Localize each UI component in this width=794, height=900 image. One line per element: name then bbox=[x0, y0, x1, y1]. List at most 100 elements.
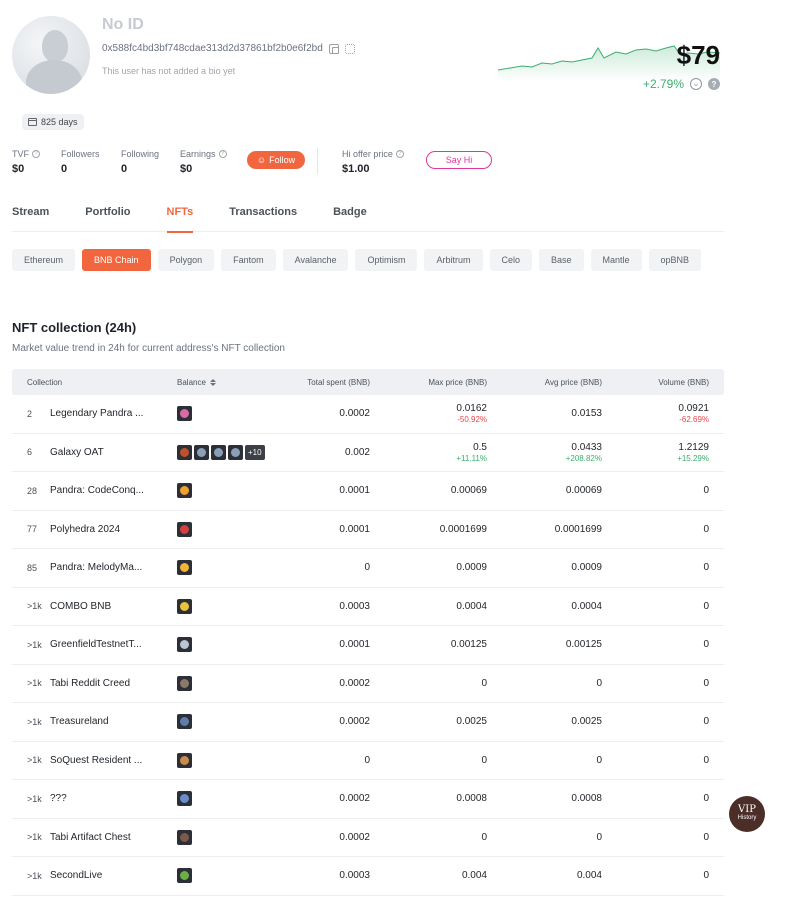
table-row[interactable]: >1k COMBO BNB 0.0003 0.0004 0.0004 0 bbox=[12, 588, 724, 626]
say-hi-button[interactable]: Say Hi bbox=[426, 151, 492, 169]
nft-thumbnail[interactable] bbox=[177, 560, 192, 576]
cell-spent-value: 0.0002 bbox=[339, 408, 370, 420]
cell-volume-value: 0.0921 bbox=[678, 403, 709, 415]
cell-volume: 0 bbox=[703, 742, 709, 780]
chain-chip-ethereum[interactable]: Ethereum bbox=[12, 249, 76, 271]
cell-avg: 0.00125 bbox=[566, 626, 602, 664]
cell-max-change: -50.92% bbox=[457, 415, 487, 425]
cell-spent-value: 0.0002 bbox=[339, 677, 370, 689]
chain-chip-polygon[interactable]: Polygon bbox=[157, 249, 215, 271]
sort-icon[interactable] bbox=[209, 379, 216, 386]
help-icon[interactable]: ? bbox=[32, 150, 40, 158]
nft-thumbnail[interactable] bbox=[177, 829, 192, 845]
cell-collection-name[interactable]: Pandra: CodeConq... bbox=[50, 472, 160, 510]
header-balance-label: Balance bbox=[177, 378, 206, 387]
chain-chip-opbnb[interactable]: opBNB bbox=[648, 249, 702, 271]
chain-chip-optimism[interactable]: Optimism bbox=[355, 249, 418, 271]
help-icon[interactable]: ? bbox=[218, 150, 227, 158]
cell-max-value: 0.00069 bbox=[450, 485, 487, 497]
chain-chip-avalanche[interactable]: Avalanche bbox=[282, 249, 349, 271]
tab-badge[interactable]: Badge bbox=[333, 206, 367, 232]
nft-thumbnail[interactable] bbox=[177, 714, 192, 730]
table-row[interactable]: >1k Tabi Artifact Chest 0.0002 0 0 0 bbox=[12, 819, 724, 857]
cell-volume: 0.0921 -62.69% bbox=[678, 395, 709, 433]
nft-thumbnail[interactable] bbox=[177, 521, 192, 537]
table-row[interactable]: >1k??? 0.0002 0.0008 0.0008 0 bbox=[12, 780, 724, 819]
cell-spent-value: 0.0002 bbox=[339, 831, 370, 843]
qr-code-icon[interactable] bbox=[344, 43, 355, 54]
cell-collection-name[interactable]: SoQuest Resident ... bbox=[50, 742, 160, 780]
cell-rank: >1k bbox=[27, 601, 42, 612]
help-icon[interactable]: ? bbox=[708, 78, 720, 90]
table-row[interactable]: 6 Galaxy OAT +10 0.002 0.5 +11.11% 0.0433 +208.… bbox=[12, 434, 724, 472]
stat-following[interactable]: Following 0 bbox=[121, 149, 159, 175]
nft-thumbnail[interactable] bbox=[194, 444, 209, 460]
chain-chip-arbitrum[interactable]: Arbitrum bbox=[424, 249, 483, 271]
nft-thumbnail[interactable] bbox=[228, 444, 243, 460]
cell-balance bbox=[177, 857, 192, 895]
tab-portfolio[interactable]: Portfolio bbox=[85, 206, 130, 232]
more-nfts-badge[interactable]: +10 bbox=[245, 444, 265, 460]
nft-thumbnail[interactable] bbox=[177, 406, 192, 422]
cell-collection-name[interactable]: Polyhedra 2024 bbox=[50, 511, 160, 549]
cell-spent-value: 0.0001 bbox=[339, 523, 370, 535]
cell-collection-name[interactable]: ??? bbox=[50, 780, 160, 818]
vip-history-button[interactable]: VIP History bbox=[729, 796, 765, 832]
cell-collection-name[interactable]: SecondLive bbox=[50, 857, 160, 895]
help-icon[interactable]: ? bbox=[395, 150, 404, 158]
table-row[interactable]: >1k SecondLive 0.0003 0.004 0.004 0 bbox=[12, 857, 724, 896]
cell-max: 0.0025 bbox=[456, 703, 487, 741]
cell-collection-name[interactable]: GreenfieldTestnetT... bbox=[50, 626, 160, 664]
cell-avg-value: 0.004 bbox=[576, 870, 602, 882]
cell-collection-name[interactable]: Tabi Reddit Creed bbox=[50, 665, 160, 703]
tab-stream[interactable]: Stream bbox=[12, 206, 49, 232]
copy-icon[interactable] bbox=[328, 43, 339, 54]
nft-thumbnail[interactable] bbox=[177, 598, 192, 614]
nft-thumbnail[interactable] bbox=[177, 637, 192, 653]
chain-chip-bnb-chain[interactable]: BNB Chain bbox=[82, 249, 151, 271]
cell-collection-name[interactable]: Tabi Artifact Chest bbox=[50, 819, 160, 857]
chevron-down-icon[interactable]: ⌄ bbox=[690, 78, 702, 90]
nft-thumbnail[interactable] bbox=[211, 444, 226, 460]
cell-max-change: +11.11% bbox=[456, 453, 487, 463]
cell-collection-name[interactable]: COMBO BNB bbox=[50, 588, 160, 626]
chain-chip-celo[interactable]: Celo bbox=[489, 249, 533, 271]
chain-chip-mantle[interactable]: Mantle bbox=[590, 249, 642, 271]
table-row[interactable]: 85 Pandra: MelodyMa... 0 0.0009 0.0009 0 bbox=[12, 549, 724, 588]
cell-balance bbox=[177, 780, 192, 818]
nft-thumbnail[interactable] bbox=[177, 752, 192, 768]
cell-collection-name[interactable]: Legendary Pandra ... bbox=[50, 395, 160, 433]
stat-followers[interactable]: Followers 0 bbox=[61, 149, 100, 175]
cell-collection-name[interactable]: Pandra: MelodyMa... bbox=[50, 549, 160, 587]
tab-nfts[interactable]: NFTs bbox=[166, 206, 193, 233]
nft-thumbnail[interactable] bbox=[177, 791, 192, 807]
chain-chip-base[interactable]: Base bbox=[539, 249, 584, 271]
chain-chip-fantom[interactable]: Fantom bbox=[221, 249, 276, 271]
header-max-price: Max price (BNB) bbox=[428, 378, 487, 387]
table-row[interactable]: 2 Legendary Pandra ... 0.0002 0.0162 -50.92%… bbox=[12, 395, 724, 434]
cell-collection-name[interactable]: Galaxy OAT bbox=[50, 434, 160, 472]
nft-thumbnail[interactable] bbox=[177, 444, 192, 460]
cell-max: 0.5 +11.11% bbox=[456, 434, 487, 472]
cell-balance: +10 bbox=[177, 434, 265, 472]
header-balance[interactable]: Balance bbox=[177, 378, 216, 387]
table-row[interactable]: >1k GreenfieldTestnetT... 0.0001 0.00125 0.0… bbox=[12, 626, 724, 665]
cell-avg: 0 bbox=[596, 742, 602, 780]
nft-collection-table: Collection Balance Total spent (BNB) Max… bbox=[12, 369, 724, 896]
cell-max-value: 0.5 bbox=[473, 441, 487, 453]
table-row[interactable]: 77 Polyhedra 2024 0.0001 0.0001699 0.0001699… bbox=[12, 511, 724, 549]
table-row[interactable]: >1k Tabi Reddit Creed 0.0002 0 0 0 bbox=[12, 665, 724, 703]
nft-thumbnail[interactable] bbox=[177, 675, 192, 691]
table-row[interactable]: 28 Pandra: CodeConq... 0.0001 0.00069 0.0006… bbox=[12, 472, 724, 511]
cell-spent: 0 bbox=[364, 742, 370, 780]
cell-collection-name[interactable]: Treasureland bbox=[50, 703, 160, 741]
cell-avg-value: 0.0433 bbox=[571, 441, 602, 453]
tab-transactions[interactable]: Transactions bbox=[229, 206, 297, 232]
nft-thumbnail[interactable] bbox=[177, 868, 192, 884]
cell-volume-value: 0 bbox=[703, 639, 709, 651]
table-row[interactable]: >1k SoQuest Resident ... 0 0 0 0 bbox=[12, 742, 724, 780]
table-row[interactable]: >1k Treasureland 0.0002 0.0025 0.0025 0 bbox=[12, 703, 724, 742]
nft-thumbnail[interactable] bbox=[177, 483, 192, 499]
follow-button[interactable]: ☺ Follow bbox=[247, 151, 305, 169]
portfolio-change: +2.79% bbox=[642, 77, 684, 91]
